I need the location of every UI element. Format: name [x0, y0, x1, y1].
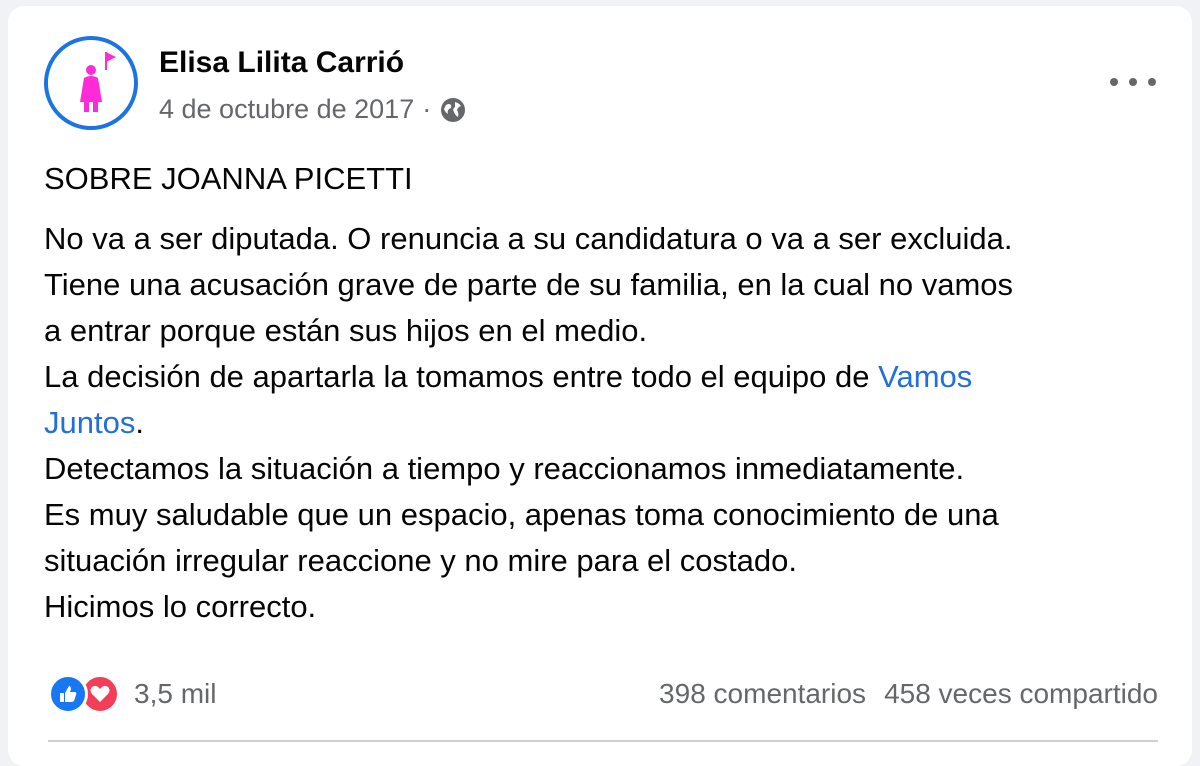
post-card: Elisa Lilita Carrió 4 de octubre de 2017…: [8, 6, 1192, 766]
reactions-count[interactable]: 3,5 mil: [134, 678, 216, 710]
post-stats: 398 comentarios 458 veces compartido: [659, 672, 1158, 716]
post-title: SOBRE JOANNA PICETTI: [44, 161, 413, 196]
globe-icon[interactable]: [439, 96, 467, 124]
text-line: La decisión de apartarla la tomamos entr…: [44, 354, 1154, 400]
post-text: No va a ser diputada. O renuncia a su ca…: [44, 216, 1154, 630]
shares-count[interactable]: 458 veces compartido: [884, 678, 1158, 710]
dot-icon: [1110, 78, 1118, 86]
text-line: situación irregular reaccione y no mire …: [44, 543, 797, 578]
text-line: Juntos.: [44, 400, 1154, 446]
text-line: a entrar porque están sus hijos en el me…: [44, 313, 648, 348]
dot-icon: [1148, 78, 1156, 86]
reactions-summary[interactable]: 3,5 mil: [48, 672, 216, 716]
text-line: Es muy saludable que un espacio, apenas …: [44, 497, 999, 532]
text-segment: La decisión de apartarla la tomamos entr…: [44, 359, 879, 394]
post-body: SOBRE JOANNA PICETTI No va a ser diputad…: [44, 156, 1154, 630]
person-flag-icon: [48, 40, 134, 126]
like-icon: [48, 674, 88, 714]
author-name[interactable]: Elisa Lilita Carrió: [159, 46, 404, 80]
author-avatar[interactable]: [44, 36, 138, 130]
text-line: Hicimos lo correcto.: [44, 589, 317, 624]
post-header: Elisa Lilita Carrió 4 de octubre de 2017…: [44, 36, 1164, 136]
text-segment: .: [135, 405, 144, 440]
dot-icon: [1129, 78, 1137, 86]
text-line: Tiene una acusación grave de parte de su…: [44, 267, 1014, 302]
post-footer: 3,5 mil 398 comentarios 458 veces compar…: [48, 672, 1158, 716]
meta-separator: ·: [422, 94, 432, 124]
divider: [48, 740, 1158, 742]
vamos-juntos-link[interactable]: Vamos: [878, 359, 972, 394]
text-line: No va a ser diputada. O renuncia a su ca…: [44, 221, 1013, 256]
more-options-icon[interactable]: [1110, 68, 1156, 96]
comments-count[interactable]: 398 comentarios: [659, 678, 866, 710]
text-line: Detectamos la situación a tiempo y reacc…: [44, 451, 965, 486]
post-meta: 4 de octubre de 2017 ·: [159, 94, 467, 125]
vamos-juntos-link[interactable]: Juntos: [44, 405, 135, 440]
post-date[interactable]: 4 de octubre de 2017: [159, 94, 414, 125]
